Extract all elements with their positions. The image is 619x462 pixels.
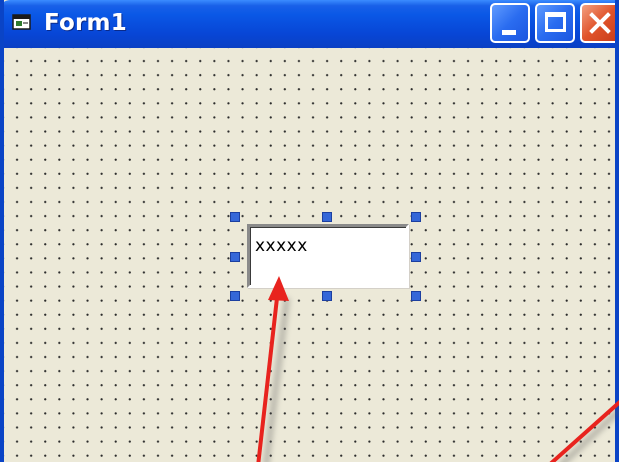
resize-handle-top-right[interactable] — [411, 212, 421, 222]
textbox-control[interactable]: xxxxx — [247, 224, 409, 288]
maximize-icon — [545, 12, 566, 32]
minimize-button[interactable] — [490, 3, 530, 43]
resize-handle-bottom-left[interactable] — [230, 291, 240, 301]
resize-handle-top[interactable] — [322, 212, 332, 222]
close-button[interactable] — [580, 3, 615, 43]
maximize-button[interactable] — [535, 3, 575, 43]
textbox-text: xxxxx — [255, 236, 308, 256]
window-title: Form1 — [44, 10, 127, 36]
resize-handle-top-left[interactable] — [230, 212, 240, 222]
resize-handle-bottom[interactable] — [322, 291, 332, 301]
resize-handle-bottom-right[interactable] — [411, 291, 421, 301]
resize-handle-left[interactable] — [230, 252, 240, 262]
minimize-icon — [502, 30, 516, 35]
form1-window: Form1 xxxxx — [0, 0, 619, 462]
close-icon — [589, 12, 611, 34]
resize-handle-right[interactable] — [411, 252, 421, 262]
form-icon — [12, 13, 32, 31]
title-bar[interactable]: Form1 — [4, 0, 615, 48]
form-design-surface[interactable]: xxxxx — [4, 48, 615, 462]
